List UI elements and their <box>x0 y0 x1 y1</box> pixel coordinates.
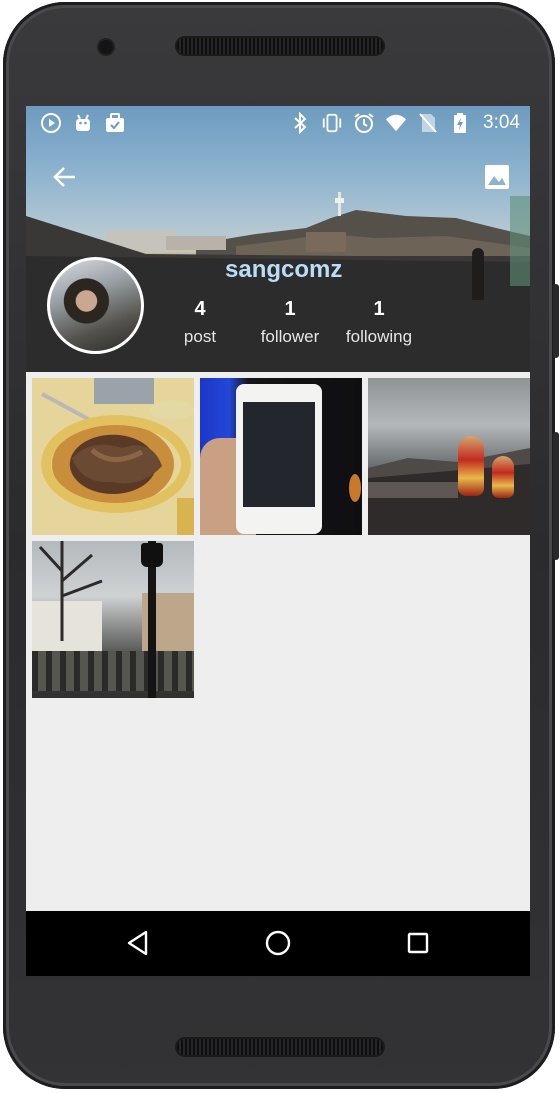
photo-detail <box>349 474 361 502</box>
battery-icon <box>449 112 471 134</box>
stat-posts[interactable]: 4 post <box>170 298 230 347</box>
status-clock: 3:04 <box>483 112 520 133</box>
doll-large <box>458 436 484 496</box>
nav-recents-button[interactable] <box>402 927 434 959</box>
status-bar: 3:04 <box>26 106 530 140</box>
recents-square-icon <box>407 932 429 954</box>
stat-followers-count: 1 <box>284 298 296 320</box>
app-screen: 3:04 sangcomz 4 post 1 follower 1 follow… <box>26 106 530 976</box>
grill-image <box>41 378 194 535</box>
stat-posts-count: 4 <box>194 298 206 320</box>
android-icon <box>72 112 94 134</box>
briefcase-icon <box>104 112 126 134</box>
stat-following-label: following <box>345 327 413 346</box>
grilled-meat-photo[interactable] <box>32 378 194 535</box>
top-speaker-grille <box>177 38 383 54</box>
stat-followers[interactable]: 1 follower <box>254 298 326 347</box>
profile-header: 3:04 sangcomz 4 post 1 follower 1 follow… <box>26 106 530 372</box>
matryoshka-dolls-photo[interactable] <box>368 378 530 535</box>
no-sim-icon <box>417 112 439 134</box>
lamp-head <box>141 543 163 567</box>
back-triangle-icon <box>127 930 148 956</box>
doll-small <box>492 456 514 498</box>
change-cover-button[interactable] <box>484 164 510 190</box>
smartphone-photo[interactable] <box>200 378 362 535</box>
alarm-icon <box>353 112 375 134</box>
system-navigation-bar <box>26 911 530 976</box>
front-camera <box>99 40 113 54</box>
home-circle-icon <box>265 930 291 956</box>
image-icon <box>485 165 509 189</box>
stat-following-count: 1 <box>373 298 385 320</box>
bluetooth-icon <box>289 112 311 134</box>
username: sangcomz <box>225 256 343 283</box>
nav-home-button[interactable] <box>262 927 294 959</box>
stat-followers-label: follower <box>260 327 320 346</box>
stat-posts-label: post <box>183 327 217 346</box>
play-circle-icon <box>40 112 62 134</box>
balustrade <box>32 651 194 691</box>
power-button <box>553 284 559 358</box>
arrow-back-icon <box>53 167 75 187</box>
wifi-icon <box>385 112 407 134</box>
vibrate-icon <box>321 112 343 134</box>
street-lamp-photo[interactable] <box>32 541 194 698</box>
nav-back-button[interactable] <box>122 927 154 959</box>
avatar[interactable] <box>47 257 144 354</box>
bottom-speaker-grille <box>177 1039 383 1055</box>
back-button[interactable] <box>50 162 80 192</box>
stat-following[interactable]: 1 following <box>338 298 420 347</box>
volume-button <box>553 432 559 560</box>
